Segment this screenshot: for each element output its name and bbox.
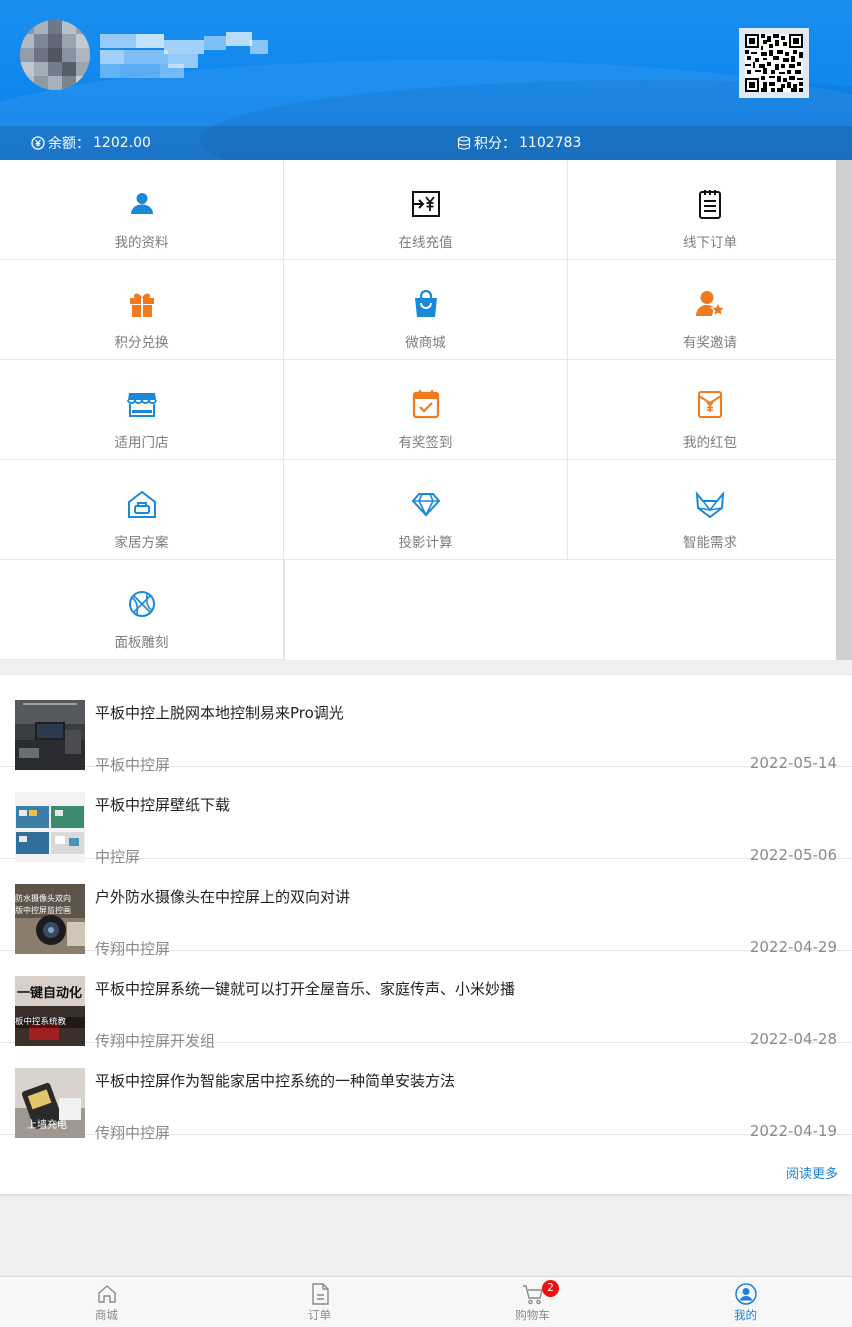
feature-grid: 我的资料 在线充值 线下订单 积分兑换 微商城 有奖邀请 适用门店 有奖签到 我… xyxy=(0,160,852,660)
menu-item-offline-order[interactable]: 线下订单 xyxy=(568,160,852,260)
cart-count-badge: 2 xyxy=(542,1280,559,1297)
menu-item-smart-needs[interactable]: 智能需求 xyxy=(568,460,852,560)
username-blurred xyxy=(100,32,270,78)
qr-code-icon[interactable] xyxy=(739,28,809,98)
cart-icon xyxy=(522,1283,544,1305)
menu-item-label: 积分兑换 xyxy=(114,335,169,351)
shopping-bag-icon xyxy=(410,288,442,320)
thumbnail-caption: 防水摄像头双向 xyxy=(15,894,71,903)
news-date: 2022-04-19 xyxy=(749,1122,837,1140)
document-icon xyxy=(309,1283,331,1305)
grid-scrollbar[interactable] xyxy=(836,160,852,660)
profile-icon xyxy=(734,1283,757,1305)
menu-item-panel-engraving[interactable]: 面板雕刻 xyxy=(0,560,284,660)
menu-item-label: 线下订单 xyxy=(683,235,737,251)
store-icon xyxy=(126,388,158,420)
menu-item-red-packet[interactable]: 我的红包 xyxy=(568,360,852,460)
menu-item-label: 在线充值 xyxy=(398,235,453,251)
tab-cart[interactable]: 2 购物车 xyxy=(426,1277,639,1327)
news-list: 平板中控上脱网本地控制易来Pro调光 平板中控屏 2022-05-14 平板中控… xyxy=(0,675,852,1194)
menu-item-label: 面板雕刻 xyxy=(114,635,169,651)
menu-item-label: 家居方案 xyxy=(114,535,169,551)
bottom-tab-bar: 商城 订单 2 购物车 我的 xyxy=(0,1276,852,1327)
calendar-check-icon xyxy=(410,388,442,420)
news-item[interactable]: 平板中控上脱网本地控制易来Pro调光 平板中控屏 2022-05-14 xyxy=(0,675,852,774)
news-thumbnail: 一键自动化 板中控系统教 xyxy=(15,976,85,1046)
database-coins-icon xyxy=(457,136,471,150)
thumbnail-caption: 板中控系统教 xyxy=(15,1017,85,1028)
menu-item-projection-calc[interactable]: 投影计算 xyxy=(284,460,568,560)
empty-cell xyxy=(284,560,836,660)
thumbnail-caption: 一键自动化 xyxy=(17,986,83,1001)
news-thumbnail xyxy=(15,700,85,770)
news-thumbnail: 防水摄像头双向 版中控屏监控画 xyxy=(15,884,85,954)
news-item[interactable]: 一键自动化 板中控系统教 平板中控屏系统一键就可以打开全屋音乐、家庭传声、小米妙… xyxy=(0,951,852,1050)
menu-item-label: 有奖邀请 xyxy=(683,335,737,351)
thumbnail-caption: 版中控屏监控画 xyxy=(15,906,71,915)
menu-item-label: 智能需求 xyxy=(683,535,737,551)
home-sofa-icon xyxy=(126,488,158,520)
tab-mall[interactable]: 商城 xyxy=(0,1277,213,1327)
balance-bar: 余额： 1202.00 积分： 1102783 xyxy=(0,126,852,160)
balance-label: 余额： xyxy=(48,136,90,152)
balance-display[interactable]: 余额： 1202.00 xyxy=(31,126,151,160)
read-more-link[interactable]: 阅读更多 xyxy=(786,1163,838,1182)
fox-icon xyxy=(694,488,726,520)
news-title: 户外防水摄像头在中控屏上的双向对讲 xyxy=(95,888,351,906)
menu-item-home-plan[interactable]: 家居方案 xyxy=(0,460,284,560)
news-item[interactable]: 防水摄像头双向 版中控屏监控画 户外防水摄像头在中控屏上的双向对讲 传翔中控屏 … xyxy=(0,859,852,958)
menu-item-label: 我的资料 xyxy=(114,235,169,251)
menu-item-mall[interactable]: 微商城 xyxy=(284,260,568,360)
gift-icon xyxy=(126,288,158,320)
points-label: 积分： xyxy=(474,136,516,152)
news-thumbnail: 上墙充电 xyxy=(15,1068,85,1138)
menu-item-label: 适用门店 xyxy=(114,435,169,451)
app-root: 余额： 1202.00 积分： 1102783 我的资料 在线充值 线下订单 积… xyxy=(0,0,852,1327)
tab-mine[interactable]: 我的 xyxy=(639,1277,852,1327)
points-value: 1102783 xyxy=(519,135,582,151)
user-star-icon xyxy=(694,288,726,320)
yen-circle-icon xyxy=(31,136,45,150)
user-icon xyxy=(126,188,158,220)
thumbnail-caption: 上墙充电 xyxy=(27,1120,67,1131)
menu-item-points-exchange[interactable]: 积分兑换 xyxy=(0,260,284,360)
profile-header: 余额： 1202.00 积分： 1102783 xyxy=(0,0,852,160)
balance-value: 1202.00 xyxy=(93,135,151,151)
news-title: 平板中控屏系统一键就可以打开全屋音乐、家庭传声、小米妙播 xyxy=(95,980,516,998)
tab-label: 订单 xyxy=(308,1308,331,1322)
menu-item-label: 我的红包 xyxy=(683,435,737,451)
menu-item-stores[interactable]: 适用门店 xyxy=(0,360,284,460)
basketball-icon xyxy=(126,588,158,620)
menu-item-checkin[interactable]: 有奖签到 xyxy=(284,360,568,460)
menu-item-label: 有奖签到 xyxy=(398,435,453,451)
news-title: 平板中控屏作为智能家居中控系统的一种简单安装方法 xyxy=(95,1072,456,1090)
news-thumbnail xyxy=(15,792,85,862)
news-category: 传翔中控屏 xyxy=(95,1124,171,1142)
news-title: 平板中控屏壁纸下载 xyxy=(95,796,231,814)
tab-orders[interactable]: 订单 xyxy=(213,1277,426,1327)
notepad-icon xyxy=(694,188,726,220)
tab-label: 我的 xyxy=(734,1308,757,1322)
recharge-icon xyxy=(410,188,442,220)
menu-item-recharge[interactable]: 在线充值 xyxy=(284,160,568,260)
menu-item-invite[interactable]: 有奖邀请 xyxy=(568,260,852,360)
house-icon xyxy=(96,1283,118,1305)
diamond-icon xyxy=(410,488,442,520)
menu-item-profile[interactable]: 我的资料 xyxy=(0,160,284,260)
news-item[interactable]: 上墙充电 平板中控屏作为智能家居中控系统的一种简单安装方法 传翔中控屏 2022… xyxy=(0,1043,852,1142)
points-display[interactable]: 积分： 1102783 xyxy=(457,126,581,160)
news-item[interactable]: 平板中控屏壁纸下载 中控屏 2022-05-06 xyxy=(0,767,852,866)
news-title: 平板中控上脱网本地控制易来Pro调光 xyxy=(95,704,344,722)
red-envelope-icon xyxy=(694,388,726,420)
menu-item-label: 微商城 xyxy=(405,335,446,351)
tab-label: 购物车 xyxy=(515,1308,550,1322)
menu-item-label: 投影计算 xyxy=(398,535,453,551)
tab-label: 商城 xyxy=(95,1308,118,1322)
avatar[interactable] xyxy=(20,20,90,90)
